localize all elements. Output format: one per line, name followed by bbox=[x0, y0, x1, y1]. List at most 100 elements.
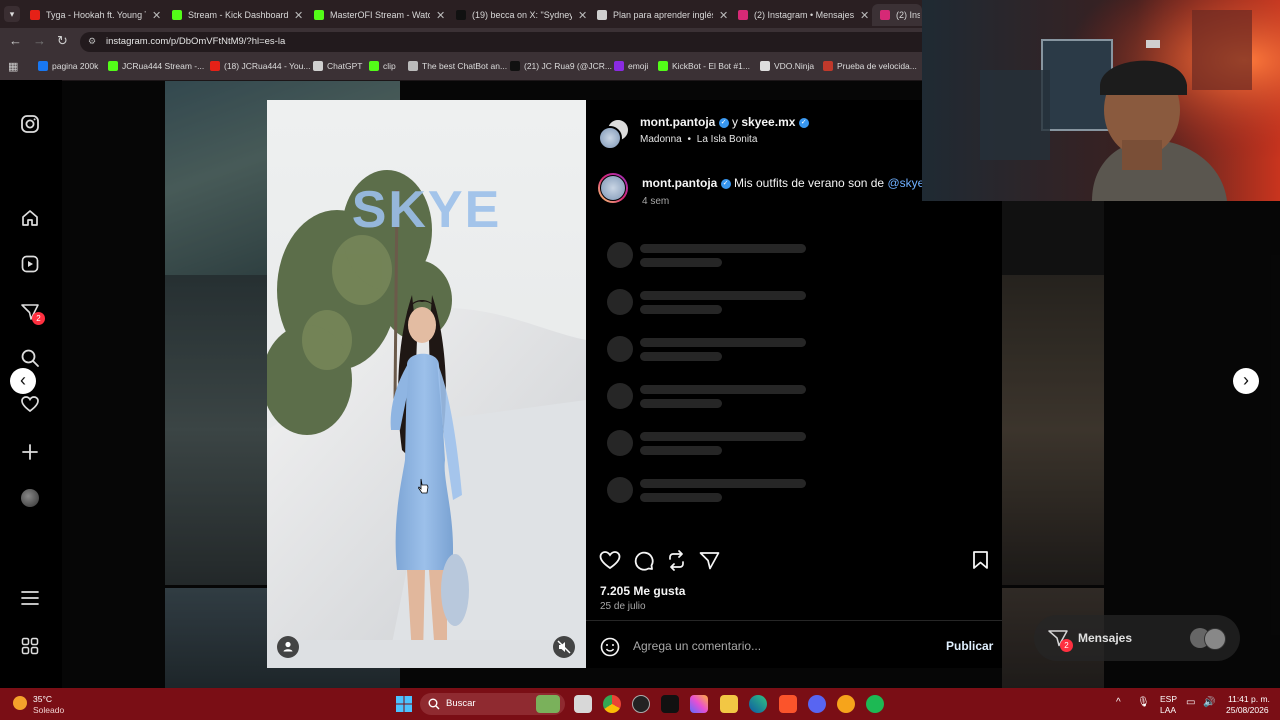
brave-icon[interactable] bbox=[779, 695, 797, 713]
browser-tab[interactable]: Plan para aprender inglés ✕ bbox=[589, 4, 729, 26]
network-icon[interactable]: ▭ bbox=[1186, 697, 1195, 708]
bookmark-item[interactable]: JCRua444 Stream -... bbox=[108, 61, 204, 71]
bookmark-item[interactable]: VDO.Ninja bbox=[760, 61, 814, 71]
bookmark-item[interactable]: clip bbox=[369, 61, 396, 71]
brand-watermark: SKYE bbox=[351, 181, 502, 239]
more-menu-icon[interactable] bbox=[20, 588, 40, 608]
search-label: Buscar bbox=[446, 698, 476, 709]
bookmark-favicon-icon bbox=[760, 61, 770, 71]
search-icon[interactable] bbox=[20, 348, 40, 368]
tab-close-icon[interactable]: ✕ bbox=[578, 9, 587, 22]
bookmark-favicon-icon bbox=[313, 61, 323, 71]
volume-icon[interactable]: 🔊 bbox=[1203, 697, 1215, 708]
tab-close-icon[interactable]: ✕ bbox=[436, 9, 445, 22]
skeleton-line bbox=[640, 493, 722, 502]
reels-icon[interactable] bbox=[20, 254, 40, 274]
reload-icon[interactable]: ↻ bbox=[57, 33, 68, 49]
edge-icon[interactable] bbox=[749, 695, 767, 713]
browser-tab[interactable]: MasterOFI Stream - Watch ✕ bbox=[306, 4, 446, 26]
windows-start-icon[interactable] bbox=[396, 696, 412, 712]
messages-pill[interactable]: 2 Mensajes bbox=[1034, 615, 1240, 661]
collab-avatars[interactable] bbox=[598, 118, 630, 150]
publish-button[interactable]: Publicar bbox=[946, 639, 993, 653]
browser-tab[interactable]: (2) Inst bbox=[872, 4, 922, 26]
browser-tab[interactable]: (2) Instagram • Mensajes ✕ bbox=[730, 4, 870, 26]
repost-icon[interactable] bbox=[666, 550, 687, 571]
comment-icon[interactable] bbox=[633, 550, 654, 571]
clock-time[interactable]: 11:41 p. m. bbox=[1228, 694, 1270, 704]
tab-close-icon[interactable]: ✕ bbox=[294, 9, 303, 22]
browser-tab[interactable]: (19) becca on X: "Sydney S ✕ bbox=[448, 4, 588, 26]
bookmark-item[interactable]: (21) JC Rua9 (@JCR... bbox=[510, 61, 612, 71]
browser-tab[interactable]: Tyga - Hookah ft. Young T ✕ bbox=[22, 4, 162, 26]
like-heart-icon[interactable] bbox=[599, 550, 621, 570]
bookmark-item[interactable]: (18) JCRua444 - You... bbox=[210, 61, 310, 71]
create-plus-icon[interactable] bbox=[20, 442, 40, 462]
tray-chevron-icon[interactable]: ^ bbox=[1116, 697, 1121, 708]
likes-count[interactable]: 7.205 Me gusta bbox=[600, 584, 685, 598]
weather-temp[interactable]: 35°C bbox=[33, 694, 52, 704]
back-icon[interactable]: ← bbox=[9, 33, 22, 48]
home-icon[interactable] bbox=[20, 208, 40, 228]
skeleton-line bbox=[640, 338, 806, 347]
tab-close-icon[interactable]: ✕ bbox=[719, 9, 728, 22]
comment-input[interactable]: Agrega un comentario... bbox=[633, 639, 761, 653]
file-explorer-icon[interactable] bbox=[720, 695, 738, 713]
save-bookmark-icon[interactable] bbox=[972, 550, 989, 570]
skeleton-avatar bbox=[607, 477, 633, 503]
microphone-icon[interactable]: 🎙 bbox=[1137, 697, 1150, 708]
instagram-logo-icon[interactable] bbox=[20, 114, 40, 134]
language-bottom[interactable]: LAA bbox=[1160, 705, 1176, 715]
app-icon[interactable] bbox=[837, 695, 855, 713]
apps-grid-icon[interactable]: ▦ bbox=[8, 60, 18, 73]
bookmark-item[interactable]: Prueba de velocida... bbox=[823, 61, 917, 71]
previous-post-arrow-icon[interactable]: ‹ bbox=[10, 368, 36, 394]
share-icon[interactable] bbox=[699, 551, 720, 570]
heart-icon[interactable] bbox=[20, 394, 40, 414]
mute-icon[interactable] bbox=[553, 636, 575, 658]
tagged-users-icon[interactable] bbox=[277, 636, 299, 658]
sun-weather-icon[interactable] bbox=[13, 696, 27, 710]
emoji-icon[interactable] bbox=[600, 637, 620, 657]
bookmark-label: VDO.Ninja bbox=[774, 61, 815, 71]
capcut-icon[interactable] bbox=[661, 695, 679, 713]
caption-username[interactable]: mont.pantoja bbox=[642, 176, 717, 190]
bookmark-item[interactable]: emoji bbox=[614, 61, 648, 71]
taskbar-search[interactable]: Buscar bbox=[420, 693, 565, 715]
task-view-icon[interactable] bbox=[574, 695, 592, 713]
audio-link[interactable]: Madonna bbox=[640, 134, 682, 145]
username-link[interactable]: mont.pantoja bbox=[640, 115, 715, 129]
bookmark-item[interactable]: pagina 200k bbox=[38, 61, 98, 71]
weather-desc[interactable]: Soleado bbox=[33, 705, 64, 715]
skeleton-avatar bbox=[607, 336, 633, 362]
audio-location: Madonna • La Isla Bonita bbox=[640, 134, 758, 145]
chrome-icon[interactable] bbox=[603, 695, 621, 713]
clock-date[interactable]: 25/08/2026 bbox=[1226, 705, 1269, 715]
spotify-icon[interactable] bbox=[866, 695, 884, 713]
copilot-icon[interactable] bbox=[690, 695, 708, 713]
skeleton-line bbox=[640, 305, 722, 314]
bookmark-item[interactable]: The best ChatBot an... bbox=[408, 61, 507, 71]
skeleton-line bbox=[640, 352, 722, 361]
also-from-meta-icon[interactable] bbox=[20, 636, 40, 656]
username-link[interactable]: skyee.mx bbox=[741, 115, 795, 129]
obs-icon[interactable] bbox=[632, 695, 650, 713]
bookmark-item[interactable]: KickBot - El Bot #1... bbox=[658, 61, 750, 71]
browser-tab[interactable]: Stream - Kick Dashboard ✕ bbox=[164, 4, 304, 26]
url-text[interactable]: instagram.com/p/DbOmVFtNtM9/?hl=es-la bbox=[106, 36, 285, 47]
site-info-icon[interactable]: ⚙ bbox=[88, 36, 96, 47]
mouse-cursor-icon bbox=[418, 478, 429, 494]
bookmark-item[interactable]: ChatGPT bbox=[313, 61, 362, 71]
forward-icon[interactable]: → bbox=[33, 33, 46, 48]
tab-search-icon[interactable]: ▾ bbox=[4, 6, 20, 22]
next-post-arrow-icon[interactable]: › bbox=[1233, 368, 1259, 394]
profile-avatar[interactable] bbox=[21, 489, 39, 507]
post-media[interactable]: SKYE bbox=[267, 100, 586, 668]
tab-close-icon[interactable]: ✕ bbox=[152, 9, 161, 22]
tab-close-icon[interactable]: ✕ bbox=[860, 9, 869, 22]
discord-icon[interactable] bbox=[808, 695, 826, 713]
avatar bbox=[1204, 628, 1226, 650]
language-top[interactable]: ESP bbox=[1160, 694, 1177, 704]
location-link[interactable]: La Isla Bonita bbox=[697, 134, 758, 145]
caption-avatar[interactable] bbox=[598, 173, 628, 203]
